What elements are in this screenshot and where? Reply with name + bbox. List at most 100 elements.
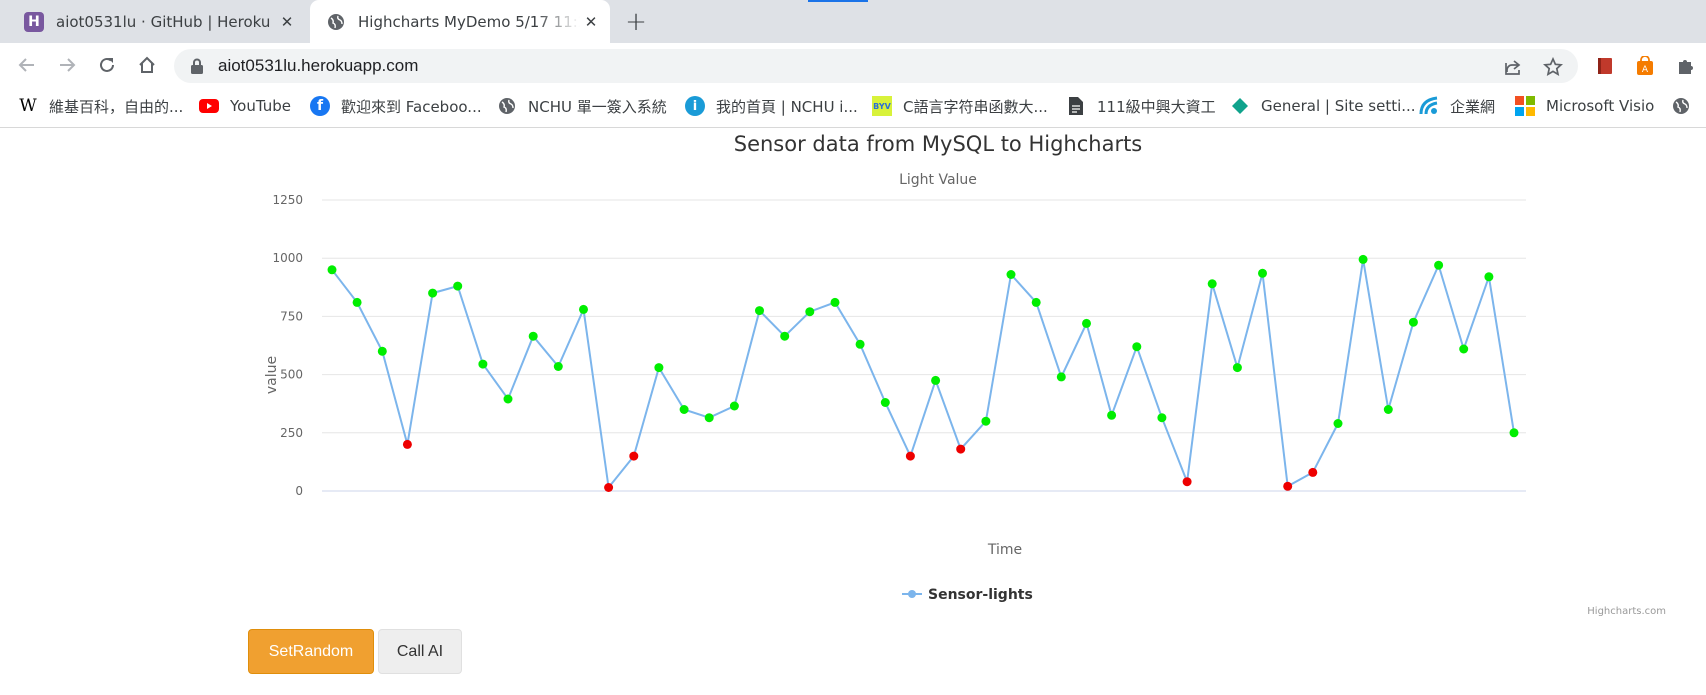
legend-item[interactable]: Sensor-lights [902,587,1033,603]
data-point[interactable] [1132,342,1142,352]
bookmark-general-site[interactable]: General | Site setti... [1230,95,1416,117]
set-random-button[interactable]: SetRandom [248,629,374,674]
data-point[interactable] [729,401,739,411]
bookmark-nchu-home[interactable]: i 我的首頁 | NCHU i... [685,95,858,117]
data-point[interactable] [1232,363,1242,373]
data-point[interactable] [1157,413,1167,423]
data-point[interactable] [352,297,362,307]
data-point[interactable] [428,288,438,298]
data-point[interactable] [679,405,689,414]
bookmark-label: C語言字符串函數大... [903,97,1048,116]
data-point[interactable] [478,359,488,369]
forward-button[interactable] [52,50,82,80]
reload-icon [100,57,114,72]
bookmark-facebook[interactable]: f 歡迎來到 Faceboo... [310,95,482,117]
info-icon: i [685,96,705,116]
data-point[interactable] [1459,344,1469,354]
globe-icon [326,12,346,32]
data-point[interactable] [855,339,865,349]
data-point[interactable] [805,307,815,317]
data-point[interactable] [1383,405,1393,414]
bookmark-c-strings[interactable]: BYV C語言字符串函數大... [872,95,1048,117]
arrow-right-icon [60,58,76,72]
globe-icon [497,96,517,116]
data-point[interactable] [1509,428,1519,438]
data-point[interactable] [1358,254,1368,264]
data-point[interactable] [981,416,991,426]
data-point[interactable] [830,297,840,307]
data-point[interactable] [780,331,790,341]
data-point[interactable] [1207,279,1217,289]
data-point[interactable] [1056,372,1066,382]
data-point[interactable] [654,363,664,373]
data-point[interactable] [528,331,538,341]
credits-link[interactable]: Highcharts.com [1587,606,1666,617]
bookmark-label: 我的首頁 | NCHU i... [716,97,858,116]
data-point[interactable] [931,375,941,385]
back-button[interactable] [12,50,42,80]
share-icon[interactable] [1502,56,1524,78]
address-bar[interactable]: aiot0531lu.herokuapp.com [174,49,1578,83]
data-point[interactable] [1182,477,1192,487]
bookmark-111-nchu[interactable]: 111級中興大資工 [1066,95,1216,117]
bookmark-wikipedia[interactable]: W 維基百科，自由的... [18,95,183,117]
data-point[interactable] [402,439,412,449]
bookmark-label: Microsoft Visio [1546,97,1655,115]
data-point[interactable] [1434,260,1444,270]
new-tab-button[interactable]: + [622,7,650,37]
puzzle-icon[interactable] [1674,55,1696,77]
bookmark-youtube[interactable]: YouTube [199,95,291,117]
data-point[interactable] [880,398,890,407]
y-tick-label: 0 [295,484,303,498]
data-point[interactable] [755,306,764,316]
data-point[interactable] [1258,268,1267,278]
y-tick-label: 1000 [272,251,303,265]
data-point[interactable] [1308,467,1318,477]
close-icon[interactable]: ✕ [580,11,602,33]
bookmark-visio[interactable]: Microsoft Visio [1515,95,1654,117]
series-points [327,254,1519,492]
bookmark-nchu-sso[interactable]: NCHU 單一簽入系統 [497,95,667,117]
data-point[interactable] [503,394,513,404]
data-point[interactable] [1082,318,1091,328]
data-point[interactable] [1283,481,1293,491]
data-point[interactable] [905,451,915,461]
globe-icon [1671,96,1691,116]
data-point[interactable] [1031,297,1041,307]
bookmark-overflow[interactable] [1671,95,1702,117]
y-tick-label: 500 [280,368,303,382]
tab-heroku[interactable]: H aiot0531lu · GitHub | Heroku ✕ [10,0,306,43]
bookmark-label: General | Site setti... [1261,97,1416,115]
call-ai-button[interactable]: Call AI [378,629,462,674]
data-point[interactable] [453,281,463,291]
data-point[interactable] [956,444,966,454]
home-icon [139,56,155,73]
tab-highcharts[interactable]: Highcharts MyDemo 5/17 11:2 ✕ [310,0,610,43]
data-point[interactable] [1333,419,1343,428]
y-axis-title: value [264,356,280,394]
star-icon[interactable] [1542,56,1564,78]
home-button[interactable] [132,50,162,80]
data-point[interactable] [704,413,714,423]
data-point[interactable] [553,362,563,371]
book-extension-icon[interactable] [1594,55,1616,77]
data-point[interactable] [1006,270,1016,279]
url-text: aiot0531lu.herokuapp.com [218,56,419,75]
tab-strip: H aiot0531lu · GitHub | Heroku ✕ Highcha… [0,0,1706,43]
data-point[interactable] [629,451,639,461]
data-point[interactable] [579,304,588,314]
bookmark-enterprise[interactable]: 企業網 [1419,95,1495,117]
bookmark-label: 歡迎來到 Faceboo... [341,97,482,116]
data-point[interactable] [604,483,614,492]
heroku-icon: H [24,11,44,32]
close-icon[interactable]: ✕ [276,11,298,33]
reload-button[interactable] [92,50,122,80]
data-point[interactable] [327,265,337,275]
data-point[interactable] [377,346,387,356]
shopping-extension-icon[interactable]: A [1634,55,1656,77]
chart-subtitle: Light Value [899,172,977,188]
document-icon [1066,96,1086,116]
data-point[interactable] [1107,410,1117,420]
data-point[interactable] [1484,272,1494,282]
data-point[interactable] [1408,317,1418,327]
